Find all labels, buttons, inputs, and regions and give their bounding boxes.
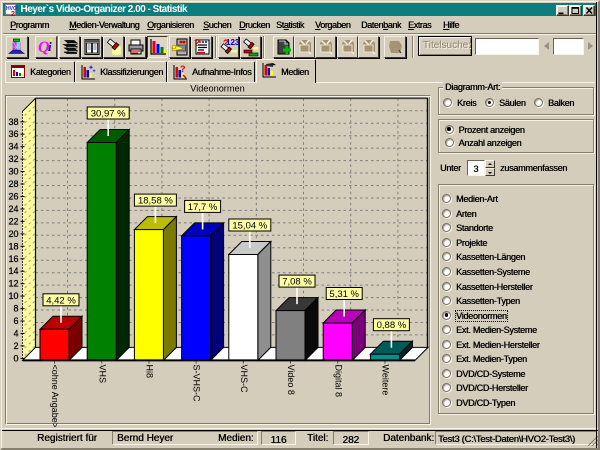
svg-text:30: 30 (8, 167, 18, 177)
svg-text:2: 2 (11, 11, 15, 17)
svg-text:7,08 %: 7,08 % (282, 277, 312, 288)
svg-text:VHS: VHS (97, 365, 107, 384)
svg-text:38: 38 (8, 117, 18, 127)
svg-text:30,97 %: 30,97 % (91, 109, 126, 120)
svg-text:0: 0 (13, 353, 18, 363)
svg-text:5,31 %: 5,31 % (329, 289, 359, 300)
svg-text:8: 8 (13, 304, 18, 314)
svg-text:0,88 %: 0,88 % (377, 320, 407, 331)
svg-text:Digital 8: Digital 8 (333, 365, 343, 398)
svg-text:34: 34 (8, 142, 18, 152)
svg-text:12: 12 (8, 279, 18, 289)
svg-text:17,7 %: 17,7 % (188, 202, 218, 213)
svg-text:16: 16 (8, 254, 18, 264)
svg-text:20: 20 (8, 229, 18, 239)
svg-text:Hi8: Hi8 (145, 365, 155, 379)
svg-text:18: 18 (8, 241, 18, 251)
svg-text:10: 10 (8, 291, 18, 301)
svg-text:14: 14 (8, 266, 18, 276)
svg-text:32: 32 (8, 154, 18, 164)
svg-text:?: ? (194, 38, 200, 49)
svg-text:<ohne Angabe>: <ohne Angabe> (50, 365, 60, 428)
svg-text:?: ? (180, 64, 185, 74)
svg-text:18,58 %: 18,58 % (138, 196, 173, 207)
svg-text:4,42 %: 4,42 % (46, 295, 76, 306)
svg-text:28: 28 (8, 179, 18, 189)
svg-text:VHS-C: VHS-C (239, 365, 249, 394)
svg-text:Video 8: Video 8 (286, 365, 296, 395)
svg-text:24: 24 (8, 204, 18, 214)
svg-text:6: 6 (13, 316, 18, 326)
svg-text:i: i (48, 39, 52, 54)
svg-text:Videonormen: Videonormen (190, 84, 244, 94)
svg-text:4: 4 (13, 329, 18, 339)
svg-text:26: 26 (8, 192, 18, 202)
svg-text:22: 22 (8, 216, 18, 226)
svg-text:2: 2 (13, 341, 18, 351)
svg-text:15,04 %: 15,04 % (232, 221, 267, 232)
svg-text:Weitere: Weitere (381, 365, 391, 396)
svg-text:36: 36 (8, 129, 18, 139)
svg-text:S-VHS-C: S-VHS-C (192, 365, 202, 403)
